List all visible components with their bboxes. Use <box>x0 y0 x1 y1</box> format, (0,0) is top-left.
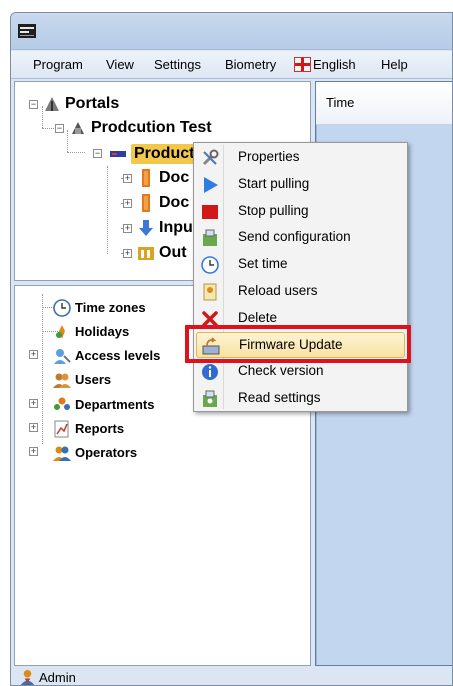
tree-node-door-1[interactable]: Doc <box>137 168 189 188</box>
inputs-expander[interactable]: + <box>123 224 132 233</box>
play-icon <box>204 177 218 193</box>
access-levels-icon <box>54 348 71 364</box>
door-icon <box>142 194 150 212</box>
menu-language-label: English <box>313 57 356 72</box>
flag-icon <box>294 57 311 72</box>
nav-operators[interactable]: Operators <box>53 442 137 462</box>
tree-node-portals[interactable]: Portals <box>43 94 119 114</box>
menu-item-set-time[interactable]: Set time <box>196 252 405 278</box>
menu-bar: Program View Settings Biometry English H… <box>11 51 452 79</box>
menu-view[interactable]: View <box>106 57 134 72</box>
operators-expander[interactable]: + <box>29 447 38 456</box>
app-icon <box>18 24 36 38</box>
departments-expander[interactable]: + <box>29 399 38 408</box>
departments-icon <box>54 397 70 410</box>
door1-expander[interactable]: + <box>123 174 132 183</box>
menu-item-properties[interactable]: Properties <box>196 145 405 171</box>
nav-reports[interactable]: Reports <box>53 418 124 438</box>
access-levels-expander[interactable]: + <box>29 350 38 359</box>
tools-icon <box>202 149 219 166</box>
nav-access-levels[interactable]: Access levels <box>53 345 160 365</box>
nav-holidays[interactable]: Holidays <box>53 321 129 341</box>
menu-language[interactable]: English <box>294 57 356 72</box>
output-icon <box>138 247 154 260</box>
nav-departments[interactable]: Departments <box>53 394 154 414</box>
site-icon <box>72 122 84 134</box>
title-bar[interactable] <box>11 13 452 50</box>
nav-time-zones[interactable]: Time zones <box>53 297 146 317</box>
nav-users[interactable]: Users <box>53 369 111 389</box>
menu-item-start-pulling[interactable]: Start pulling <box>196 172 405 198</box>
reports-icon <box>54 420 69 438</box>
tree-node-door-2[interactable]: Doc <box>137 193 189 213</box>
portals-icon <box>45 97 59 111</box>
firmware-update-highlight <box>185 325 411 363</box>
outputs-expander[interactable]: + <box>123 249 132 258</box>
menu-biometry[interactable]: Biometry <box>225 57 276 72</box>
menu-program[interactable]: Program <box>33 57 83 72</box>
controller-icon <box>110 151 126 157</box>
read-settings-icon <box>203 390 217 407</box>
door2-expander[interactable]: + <box>123 199 132 208</box>
tree-node-inputs[interactable]: Inpu <box>137 218 193 238</box>
tree-node-site[interactable]: Prodcution Test <box>69 118 212 138</box>
menu-settings[interactable]: Settings <box>154 57 201 72</box>
portals-expander[interactable]: − <box>29 100 38 109</box>
operators-icon <box>53 446 71 461</box>
info-icon <box>202 364 218 380</box>
tree-node-outputs[interactable]: Out <box>137 243 187 263</box>
menu-item-read-settings[interactable]: Read settings <box>196 386 405 412</box>
send-config-icon <box>203 229 217 246</box>
clock-icon <box>53 298 71 317</box>
context-menu: Properties Start pulling Stop pulling Se… <box>193 142 408 412</box>
admin-user-icon <box>20 669 35 685</box>
stop-icon <box>202 205 218 219</box>
menu-item-stop-pulling[interactable]: Stop pulling <box>196 199 405 225</box>
holidays-icon <box>56 324 65 339</box>
clock-icon <box>201 256 219 274</box>
door-icon <box>142 169 150 187</box>
menu-item-send-configuration[interactable]: Send configuration <box>196 225 405 251</box>
reload-users-icon <box>203 283 217 301</box>
input-arrow-icon <box>139 220 153 236</box>
status-user: Admin <box>39 670 76 685</box>
status-bar: Admin <box>11 669 452 685</box>
site-expander[interactable]: − <box>55 124 64 133</box>
menu-help[interactable]: Help <box>381 57 408 72</box>
column-header-time[interactable]: Time <box>316 82 452 125</box>
users-icon <box>53 373 71 388</box>
controller-expander[interactable]: − <box>93 149 102 158</box>
reports-expander[interactable]: + <box>29 423 38 432</box>
menu-item-reload-users[interactable]: Reload users <box>196 279 405 305</box>
